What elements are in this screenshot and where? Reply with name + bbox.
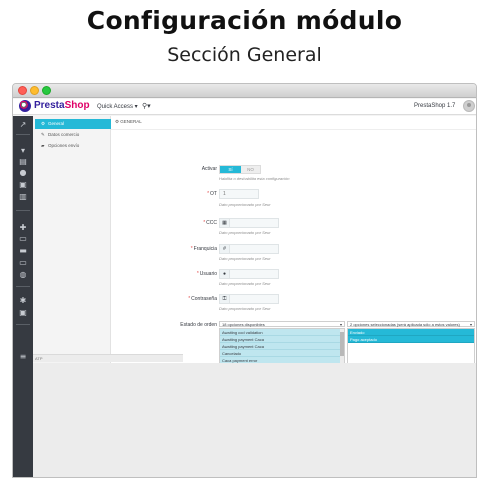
customers-icon[interactable]: ● <box>17 168 29 178</box>
ccc-help: Dato proporcionado por Seur <box>219 230 271 235</box>
promo-title: Configuración módulo <box>86 6 403 35</box>
admin-topbar: PrestaShop Quick Access ▾ ⚲▾ PrestaShop … <box>13 99 476 115</box>
panel-divider <box>111 129 476 130</box>
minimize-window-icon[interactable] <box>30 86 39 95</box>
cogs-icon: ⚙ <box>41 121 46 126</box>
usuario-label-text: Usuario <box>199 271 217 277</box>
estado-label: Estado de orden <box>180 322 217 328</box>
stats-icon[interactable]: ▥ <box>17 192 29 202</box>
brand-main: Presta <box>34 100 65 111</box>
sidebar-divider <box>16 324 30 325</box>
hash-icon: # <box>220 245 230 253</box>
brand-name[interactable]: PrestaShop <box>34 100 90 111</box>
list-item[interactable]: Pago aceptado <box>348 336 474 343</box>
usuario-help: Dato proporcionado por Seur <box>219 281 271 286</box>
settings-icon[interactable]: ✱ <box>17 296 29 306</box>
franquicia-label: *Franquicia <box>190 246 217 252</box>
list-item[interactable]: Awaiting payment Caca <box>220 343 344 350</box>
footer-label: ATP <box>35 356 43 361</box>
ot-value: 1 <box>223 191 226 197</box>
switch-off-option[interactable]: NO <box>241 166 260 173</box>
available-options-count: 18 opciones disponibles <box>222 322 265 327</box>
promo-subtitle: Sección General <box>167 44 322 66</box>
cart-icon[interactable]: ▾ <box>17 146 29 156</box>
ccc-field[interactable]: ▦ <box>219 218 279 228</box>
edit-icon: ✎ <box>41 132 45 137</box>
subnav-item-general[interactable]: ⚙ General <box>35 119 111 129</box>
contrasena-label: *Contraseña <box>188 296 217 302</box>
empty-content-area <box>33 363 476 477</box>
ot-field[interactable]: 1 <box>219 189 259 199</box>
franquicia-field[interactable]: # <box>219 244 279 254</box>
activar-label: Activar <box>201 166 217 172</box>
design-icon[interactable]: ▭ <box>17 234 29 244</box>
usuario-field[interactable]: ● <box>219 269 279 279</box>
contrasena-help: Dato proporcionado por Seur <box>219 306 271 311</box>
chevron-down-icon: ▾ <box>469 322 472 327</box>
search-icon[interactable]: ⚲▾ <box>142 102 151 110</box>
contrasena-label-text: Contraseña <box>191 296 217 302</box>
browser-window: PrestaShop Quick Access ▾ ⚲▾ PrestaShop … <box>12 83 477 478</box>
modules-icon[interactable]: ✚ <box>17 223 29 233</box>
subnav-item-label: Opciones envío <box>48 143 80 148</box>
window-titlebar <box>13 84 476 98</box>
franquicia-label-text: Franquicia <box>193 246 217 252</box>
selected-options-header[interactable]: 2 opciones seleccionadas (será aplicada … <box>347 321 475 327</box>
sidebar-divider <box>16 210 30 211</box>
user-icon: ● <box>220 270 230 278</box>
subnav-item-datos-comercio[interactable]: ✎ Datos comercio <box>35 130 111 140</box>
settings-panel: ⚙ GENERAL Activar Sí NO Habilita o desha… <box>111 116 476 389</box>
ot-label-text: OT <box>210 191 217 197</box>
ot-label: *OT <box>207 191 217 197</box>
selected-options-count: 2 opciones seleccionadas (será aplicada … <box>350 322 460 327</box>
franquicia-help: Dato proporcionado por Seur <box>219 256 271 261</box>
trend-icon[interactable]: ↗ <box>17 120 29 130</box>
sidebar-divider <box>16 286 30 287</box>
list-item[interactable]: Cancelado <box>220 350 344 357</box>
subnav-item-label: Datos comercio <box>48 132 80 137</box>
close-window-icon[interactable] <box>18 86 27 95</box>
orders-icon[interactable]: ▤ <box>17 157 29 167</box>
list-item[interactable]: Awaiting cod validation <box>220 329 344 336</box>
switch-on-option[interactable]: Sí <box>220 166 241 173</box>
truck-icon: ▰ <box>41 143 45 148</box>
shop-version[interactable]: PrestaShop 1.7 <box>414 103 455 109</box>
quick-access-menu[interactable]: Quick Access ▾ <box>97 103 138 110</box>
ccc-label-text: CCC <box>206 220 217 226</box>
payment-icon[interactable]: ▭ <box>17 258 29 268</box>
subnav-item-label: General <box>48 121 65 126</box>
panel-heading: ⚙ GENERAL <box>115 119 142 125</box>
activar-switch[interactable]: Sí NO <box>219 165 261 174</box>
brand-accent: Shop <box>64 100 90 111</box>
building-icon: ▦ <box>220 219 230 227</box>
maximize-window-icon[interactable] <box>42 86 51 95</box>
available-options-header[interactable]: 18 opciones disponibles ▾ <box>219 321 345 327</box>
menu-collapse-icon[interactable]: ≡ <box>17 352 29 362</box>
subnav-item-opciones-envio[interactable]: ▰ Opciones envío <box>35 141 111 151</box>
scrollbar-thumb[interactable] <box>340 332 344 356</box>
advanced-icon[interactable]: ▣ <box>17 308 29 318</box>
sidebar-divider <box>16 134 30 135</box>
chevron-down-icon: ▾ <box>339 322 342 327</box>
ccc-label: *CCC <box>203 220 217 226</box>
usuario-label: *Usuario <box>196 271 217 277</box>
footer-bar: ATP <box>33 354 183 362</box>
main-sidebar: ↗ ▾ ▤ ● ▣ ▥ ✚ ▭ ▬ ▭ ◍ ✱ ▣ ≡ <box>13 116 33 477</box>
avatar[interactable] <box>463 100 475 112</box>
list-item[interactable]: Enviado <box>348 329 474 336</box>
contrasena-field[interactable]: ⚿ <box>219 294 279 304</box>
international-icon[interactable]: ◍ <box>17 270 29 280</box>
panel-heading-label: GENERAL <box>120 119 142 124</box>
ot-help: Dato proporcionado por Seur <box>219 202 271 207</box>
messages-icon[interactable]: ▣ <box>17 180 29 190</box>
list-item[interactable]: Awaiting payment Caca <box>220 336 344 343</box>
activar-help: Habilita o deshabilita esta configuració… <box>219 176 290 181</box>
prestashop-logo-icon[interactable] <box>19 100 31 112</box>
key-icon: ⚿ <box>220 295 230 303</box>
shipping-icon[interactable]: ▬ <box>17 246 29 256</box>
